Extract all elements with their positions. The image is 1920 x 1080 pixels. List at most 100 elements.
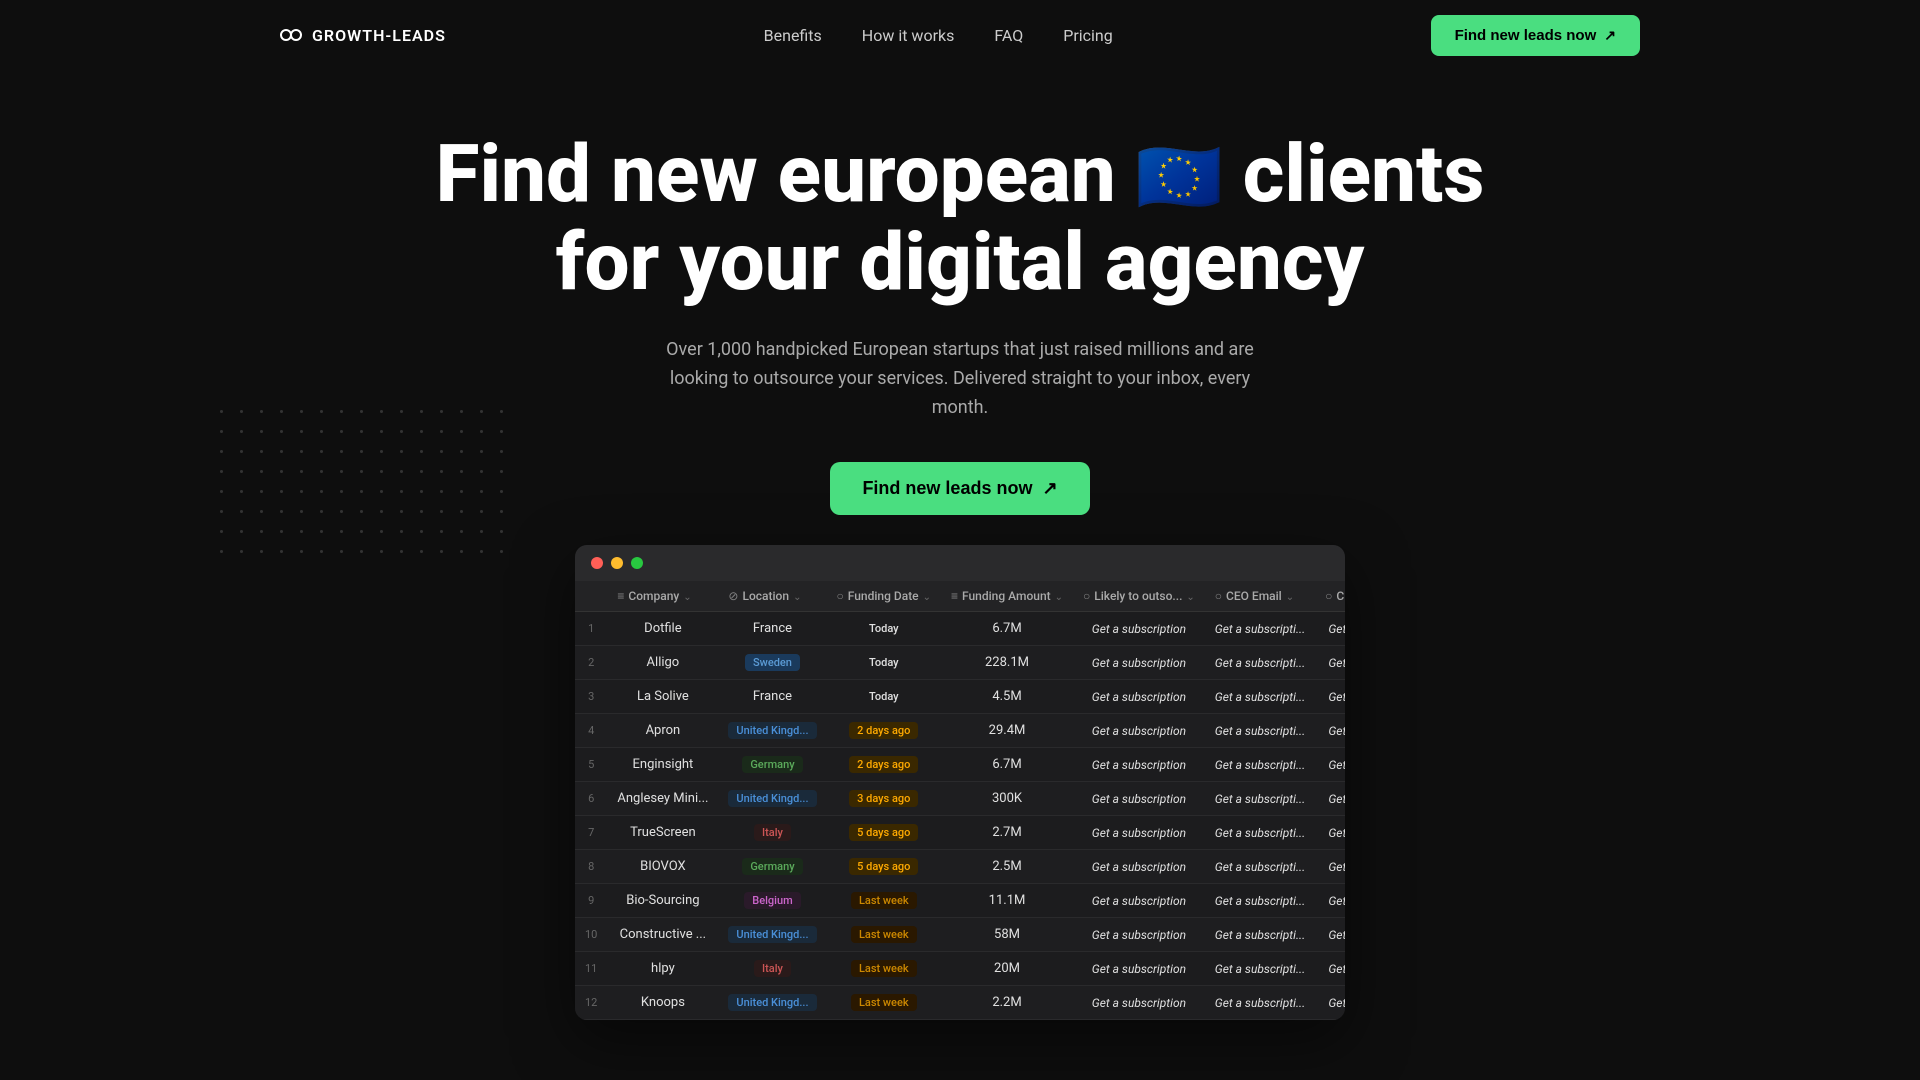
funding-amount-cell: 2.2M: [941, 986, 1073, 1020]
likely-cell[interactable]: Get a subscription: [1073, 816, 1205, 850]
likely-cell[interactable]: Get a subscription: [1073, 646, 1205, 680]
location-badge: Belgium: [744, 892, 800, 909]
dot: [280, 530, 283, 533]
location-cell: United Kingd...: [718, 714, 826, 748]
dot: [300, 490, 303, 493]
company-name: Dotfile: [607, 612, 718, 646]
dot: [480, 470, 483, 473]
ceo-phone-cell[interactable]: Get a subscripti...: [1315, 612, 1345, 646]
ceo-phone-cell[interactable]: Get a subscripti...: [1315, 986, 1345, 1020]
ceo-email-cell[interactable]: Get a subscripti...: [1205, 850, 1315, 884]
external-link-icon: ↗: [1604, 27, 1616, 44]
dot: [420, 530, 423, 533]
dot: [320, 490, 323, 493]
location-cell: United Kingd...: [718, 986, 826, 1020]
likely-cell[interactable]: Get a subscription: [1073, 612, 1205, 646]
ceo-phone-cell[interactable]: Get a subscripti...: [1315, 680, 1345, 714]
likely-cell[interactable]: Get a subscription: [1073, 748, 1205, 782]
dot: [420, 410, 423, 413]
likely-cell[interactable]: Get a subscription: [1073, 986, 1205, 1020]
col-funding-amount[interactable]: ≡Funding Amount⌄: [941, 581, 1073, 612]
dot: [500, 430, 503, 433]
col-ceo-email[interactable]: ○CEO Email⌄: [1205, 581, 1315, 612]
dot: [400, 510, 403, 513]
ceo-phone-cell[interactable]: Get a subscripti...: [1315, 816, 1345, 850]
col-location[interactable]: ⊘Location⌄: [718, 581, 826, 612]
ceo-email-cell[interactable]: Get a subscripti...: [1205, 952, 1315, 986]
col-ceo-phone[interactable]: ○CEO Phone ...⌄: [1315, 581, 1345, 612]
nav-cta-button[interactable]: Find new leads now ↗: [1431, 15, 1640, 56]
hero-cta-button[interactable]: Find new leads now ↗: [830, 462, 1089, 515]
ceo-phone-cell[interactable]: Get a subscripti...: [1315, 748, 1345, 782]
window-maximize-button[interactable]: [631, 557, 643, 569]
ceo-phone-cell[interactable]: Get a subscripti...: [1315, 918, 1345, 952]
ceo-email-cell[interactable]: Get a subscripti...: [1205, 782, 1315, 816]
ceo-email-cell[interactable]: Get a subscripti...: [1205, 714, 1315, 748]
ceo-email-cell[interactable]: Get a subscripti...: [1205, 612, 1315, 646]
table-row: 1 Dotfile France Today 6.7M Get a subscr…: [575, 612, 1345, 646]
ceo-phone-cell[interactable]: Get a subscripti...: [1315, 782, 1345, 816]
ceo-phone-cell[interactable]: Get a subscripti...: [1315, 850, 1345, 884]
logo[interactable]: GROWTH-LEADS: [280, 26, 446, 45]
likely-cell[interactable]: Get a subscription: [1073, 884, 1205, 918]
location-cell: France: [718, 612, 826, 646]
hero-cta-label: Find new leads now: [862, 478, 1032, 499]
company-name: Apron: [607, 714, 718, 748]
dot: [500, 450, 503, 453]
table-row: 8 BIOVOX Germany 5 days ago 2.5M Get a s…: [575, 850, 1345, 884]
funding-date-cell: 2 days ago: [827, 748, 942, 782]
row-number: 12: [575, 986, 607, 1020]
dot: [340, 550, 343, 553]
ceo-email-cell[interactable]: Get a subscripti...: [1205, 680, 1315, 714]
location-cell: Belgium: [718, 884, 826, 918]
nav-link-faq[interactable]: FAQ: [994, 26, 1023, 45]
col-funding-date[interactable]: ○Funding Date⌄: [827, 581, 942, 612]
likely-cell[interactable]: Get a subscription: [1073, 714, 1205, 748]
location-cell: United Kingd...: [718, 782, 826, 816]
row-number: 4: [575, 714, 607, 748]
row-number: 9: [575, 884, 607, 918]
likely-cell[interactable]: Get a subscription: [1073, 918, 1205, 952]
window-minimize-button[interactable]: [611, 557, 623, 569]
location-text: France: [753, 621, 792, 636]
dot: [360, 450, 363, 453]
navbar: GROWTH-LEADS Benefits How it works FAQ P…: [0, 0, 1920, 70]
col-company[interactable]: ≡Company⌄: [607, 581, 718, 612]
leads-table: ≡Company⌄ ⊘Location⌄ ○Funding Date⌄ ≡Fun…: [575, 581, 1345, 1020]
ceo-phone-cell[interactable]: Get a subscripti...: [1315, 646, 1345, 680]
dot: [300, 450, 303, 453]
funding-date-cell: Today: [827, 680, 942, 714]
ceo-phone-cell[interactable]: Get a subscripti...: [1315, 884, 1345, 918]
nav-link-pricing[interactable]: Pricing: [1063, 26, 1113, 45]
headline-part2: clients: [1243, 127, 1485, 221]
ceo-email-cell[interactable]: Get a subscripti...: [1205, 816, 1315, 850]
funding-amount-cell: 20M: [941, 952, 1073, 986]
window-close-button[interactable]: [591, 557, 603, 569]
dots-pattern: [220, 410, 514, 564]
dot: [320, 550, 323, 553]
likely-cell[interactable]: Get a subscription: [1073, 952, 1205, 986]
dot: [440, 490, 443, 493]
table-row: 4 Apron United Kingd... 2 days ago 29.4M…: [575, 714, 1345, 748]
likely-cell[interactable]: Get a subscription: [1073, 850, 1205, 884]
ceo-email-cell[interactable]: Get a subscripti...: [1205, 884, 1315, 918]
ceo-phone-cell[interactable]: Get a subscripti...: [1315, 952, 1345, 986]
ceo-phone-cell[interactable]: Get a subscripti...: [1315, 714, 1345, 748]
dot: [240, 530, 243, 533]
dot: [340, 430, 343, 433]
ceo-email-cell[interactable]: Get a subscripti...: [1205, 748, 1315, 782]
ceo-email-cell[interactable]: Get a subscripti...: [1205, 918, 1315, 952]
likely-cell[interactable]: Get a subscription: [1073, 680, 1205, 714]
logo-text: GROWTH-LEADS: [312, 26, 446, 45]
nav-link-benefits[interactable]: Benefits: [764, 26, 822, 45]
col-likely[interactable]: ○Likely to outso...⌄: [1073, 581, 1205, 612]
nav-link-how-it-works[interactable]: How it works: [862, 26, 955, 45]
likely-cell[interactable]: Get a subscription: [1073, 782, 1205, 816]
dot: [480, 430, 483, 433]
ceo-email-cell[interactable]: Get a subscripti...: [1205, 986, 1315, 1020]
hero-section: Find new european 🇪🇺 clients for your di…: [0, 70, 1920, 1060]
dot: [360, 510, 363, 513]
date-badge: Last week: [851, 994, 917, 1011]
ceo-email-cell[interactable]: Get a subscripti...: [1205, 646, 1315, 680]
dot: [240, 470, 243, 473]
